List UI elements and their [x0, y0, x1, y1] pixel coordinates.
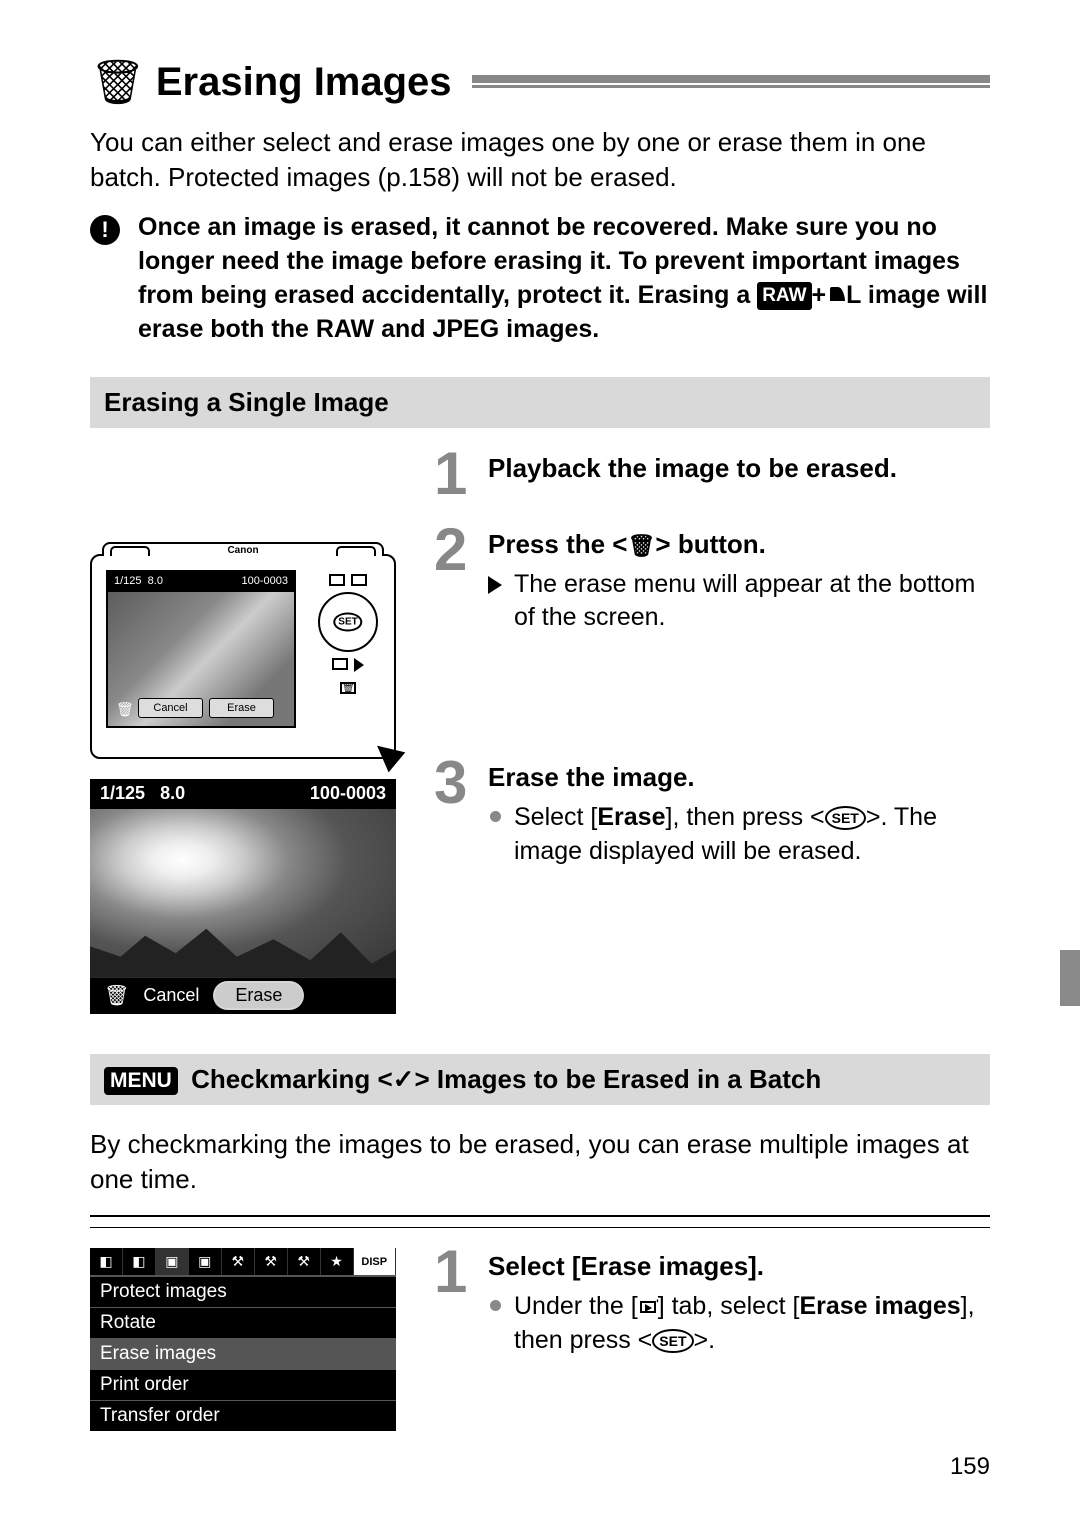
menu-tab-icon: ◧: [90, 1248, 123, 1275]
checkmark-icon: ✓: [393, 1064, 415, 1094]
menu-item: Rotate: [90, 1307, 396, 1338]
menu-tab-icon: ▣: [189, 1248, 222, 1275]
step-number: 1: [434, 450, 480, 498]
menu-tab-setup-icon: ⚒︎: [255, 1248, 288, 1275]
lcd-trash-icon: 🗑︎: [116, 701, 134, 718]
menu-tab-icon: ◧: [123, 1248, 156, 1275]
page-number: 159: [950, 1453, 990, 1481]
shot-trash-icon: 🗑︎: [104, 983, 129, 1008]
lcd-cancel-btn: Cancel: [138, 698, 203, 718]
intro-text: You can either select and erase images o…: [90, 125, 990, 195]
quality-letter: L: [846, 281, 861, 309]
page-title: Erasing Images: [156, 60, 472, 105]
playback-menu-screenshot: ◧ ◧ ▣ ▣ ⚒︎ ⚒︎ ⚒︎ ★ DISP Protect images R…: [90, 1248, 396, 1431]
shot-erase-selected: Erase: [213, 981, 304, 1010]
section2-step-1: 1 Select [Erase images]. Under the ['] t…: [434, 1248, 990, 1363]
step-title: Erase the image.: [488, 761, 990, 795]
camera-trash-button: 🗑︎: [340, 682, 356, 694]
divider: [90, 1215, 990, 1217]
warning-text: Once an image is erased, it cannot be re…: [138, 211, 990, 347]
pointer-arrow: [369, 735, 406, 772]
shot-cancel: Cancel: [143, 985, 199, 1006]
trash-icon: 🗑︎: [90, 61, 146, 105]
menu-tab-star-icon: ★: [321, 1248, 354, 1275]
raw-badge: RAW: [757, 282, 811, 310]
lcd-aperture: 8.0: [148, 575, 163, 587]
step-number: 1: [434, 1248, 480, 1363]
lcd-erase-btn: Erase: [209, 698, 274, 718]
menu-tab-disp: DISP: [354, 1248, 397, 1275]
step-number: 2: [434, 526, 480, 641]
lcd-shutter: 1/125: [114, 575, 142, 587]
menu-item: Transfer order: [90, 1400, 396, 1431]
section1-heading: Erasing a Single Image: [90, 377, 990, 428]
camera-lcd: 1/125 8.0 100-0003 🗑︎ Cancel Erase: [106, 570, 296, 728]
title-rule: [472, 71, 990, 95]
step-number: 3: [434, 759, 480, 874]
menu-item-selected: Erase images: [90, 1338, 396, 1369]
jpeg-quality-icon: [828, 279, 846, 313]
lcd-fileno: 100-0003: [242, 575, 289, 589]
step-3: 3 Erase the image. Select [Erase], then …: [434, 759, 990, 874]
warning-block: ! Once an image is erased, it cannot be …: [90, 207, 990, 365]
step-bullet: Select [Erase], then press <SET>. The im…: [488, 801, 990, 869]
menu-item: Print order: [90, 1369, 396, 1400]
section2-heading: MENU Checkmarking <✓> Images to be Erase…: [90, 1054, 990, 1105]
step-title: Press the <🗑︎> button.: [488, 528, 990, 562]
set-button-icon: SET: [652, 1329, 693, 1353]
divider: [90, 1227, 990, 1228]
step-1: 1 Playback the image to be erased.: [434, 450, 990, 498]
menu-tab-playback: ▣: [156, 1248, 189, 1275]
step-2: 2 Press the <🗑︎> button. The erase menu …: [434, 526, 990, 641]
shot-aperture: 8.0: [160, 783, 185, 803]
play-icon: [354, 658, 364, 672]
trash-icon: 🗑︎: [627, 533, 655, 558]
step-bullet: The erase menu will appear at the bottom…: [488, 568, 990, 636]
set-button-icon: SET: [825, 806, 866, 830]
plus-sign: +: [812, 281, 827, 309]
step-title: Select [Erase images].: [488, 1250, 990, 1284]
shot-fileno: 100-0003: [310, 783, 386, 804]
control-dial: [318, 592, 378, 652]
menu-item: Protect images: [90, 1276, 396, 1307]
page-title-row: 🗑︎ Erasing Images: [90, 60, 990, 105]
menu-badge: MENU: [104, 1067, 178, 1095]
step-title: Playback the image to be erased.: [488, 452, 990, 486]
step-bullet: Under the ['] tab, select [Erase images]…: [488, 1290, 990, 1358]
menu-tab-setup-icon: ⚒︎: [288, 1248, 321, 1275]
section-thumb-tab: [1060, 950, 1080, 1006]
erase-confirm-screenshot: 1/125 8.0 100-0003 🗑︎ Cancel Erase: [90, 779, 396, 1014]
playback-tab-icon: ': [640, 1301, 656, 1313]
shot-shutter: 1/125: [100, 783, 145, 803]
warning-icon: !: [90, 215, 120, 245]
menu-tab-setup-icon: ⚒︎: [222, 1248, 255, 1275]
section2-intro: By checkmarking the images to be erased,…: [90, 1127, 990, 1197]
camera-back-illustration: Canon 1/125 8.0 100-0003 🗑︎ Cancel Erase: [90, 554, 396, 759]
